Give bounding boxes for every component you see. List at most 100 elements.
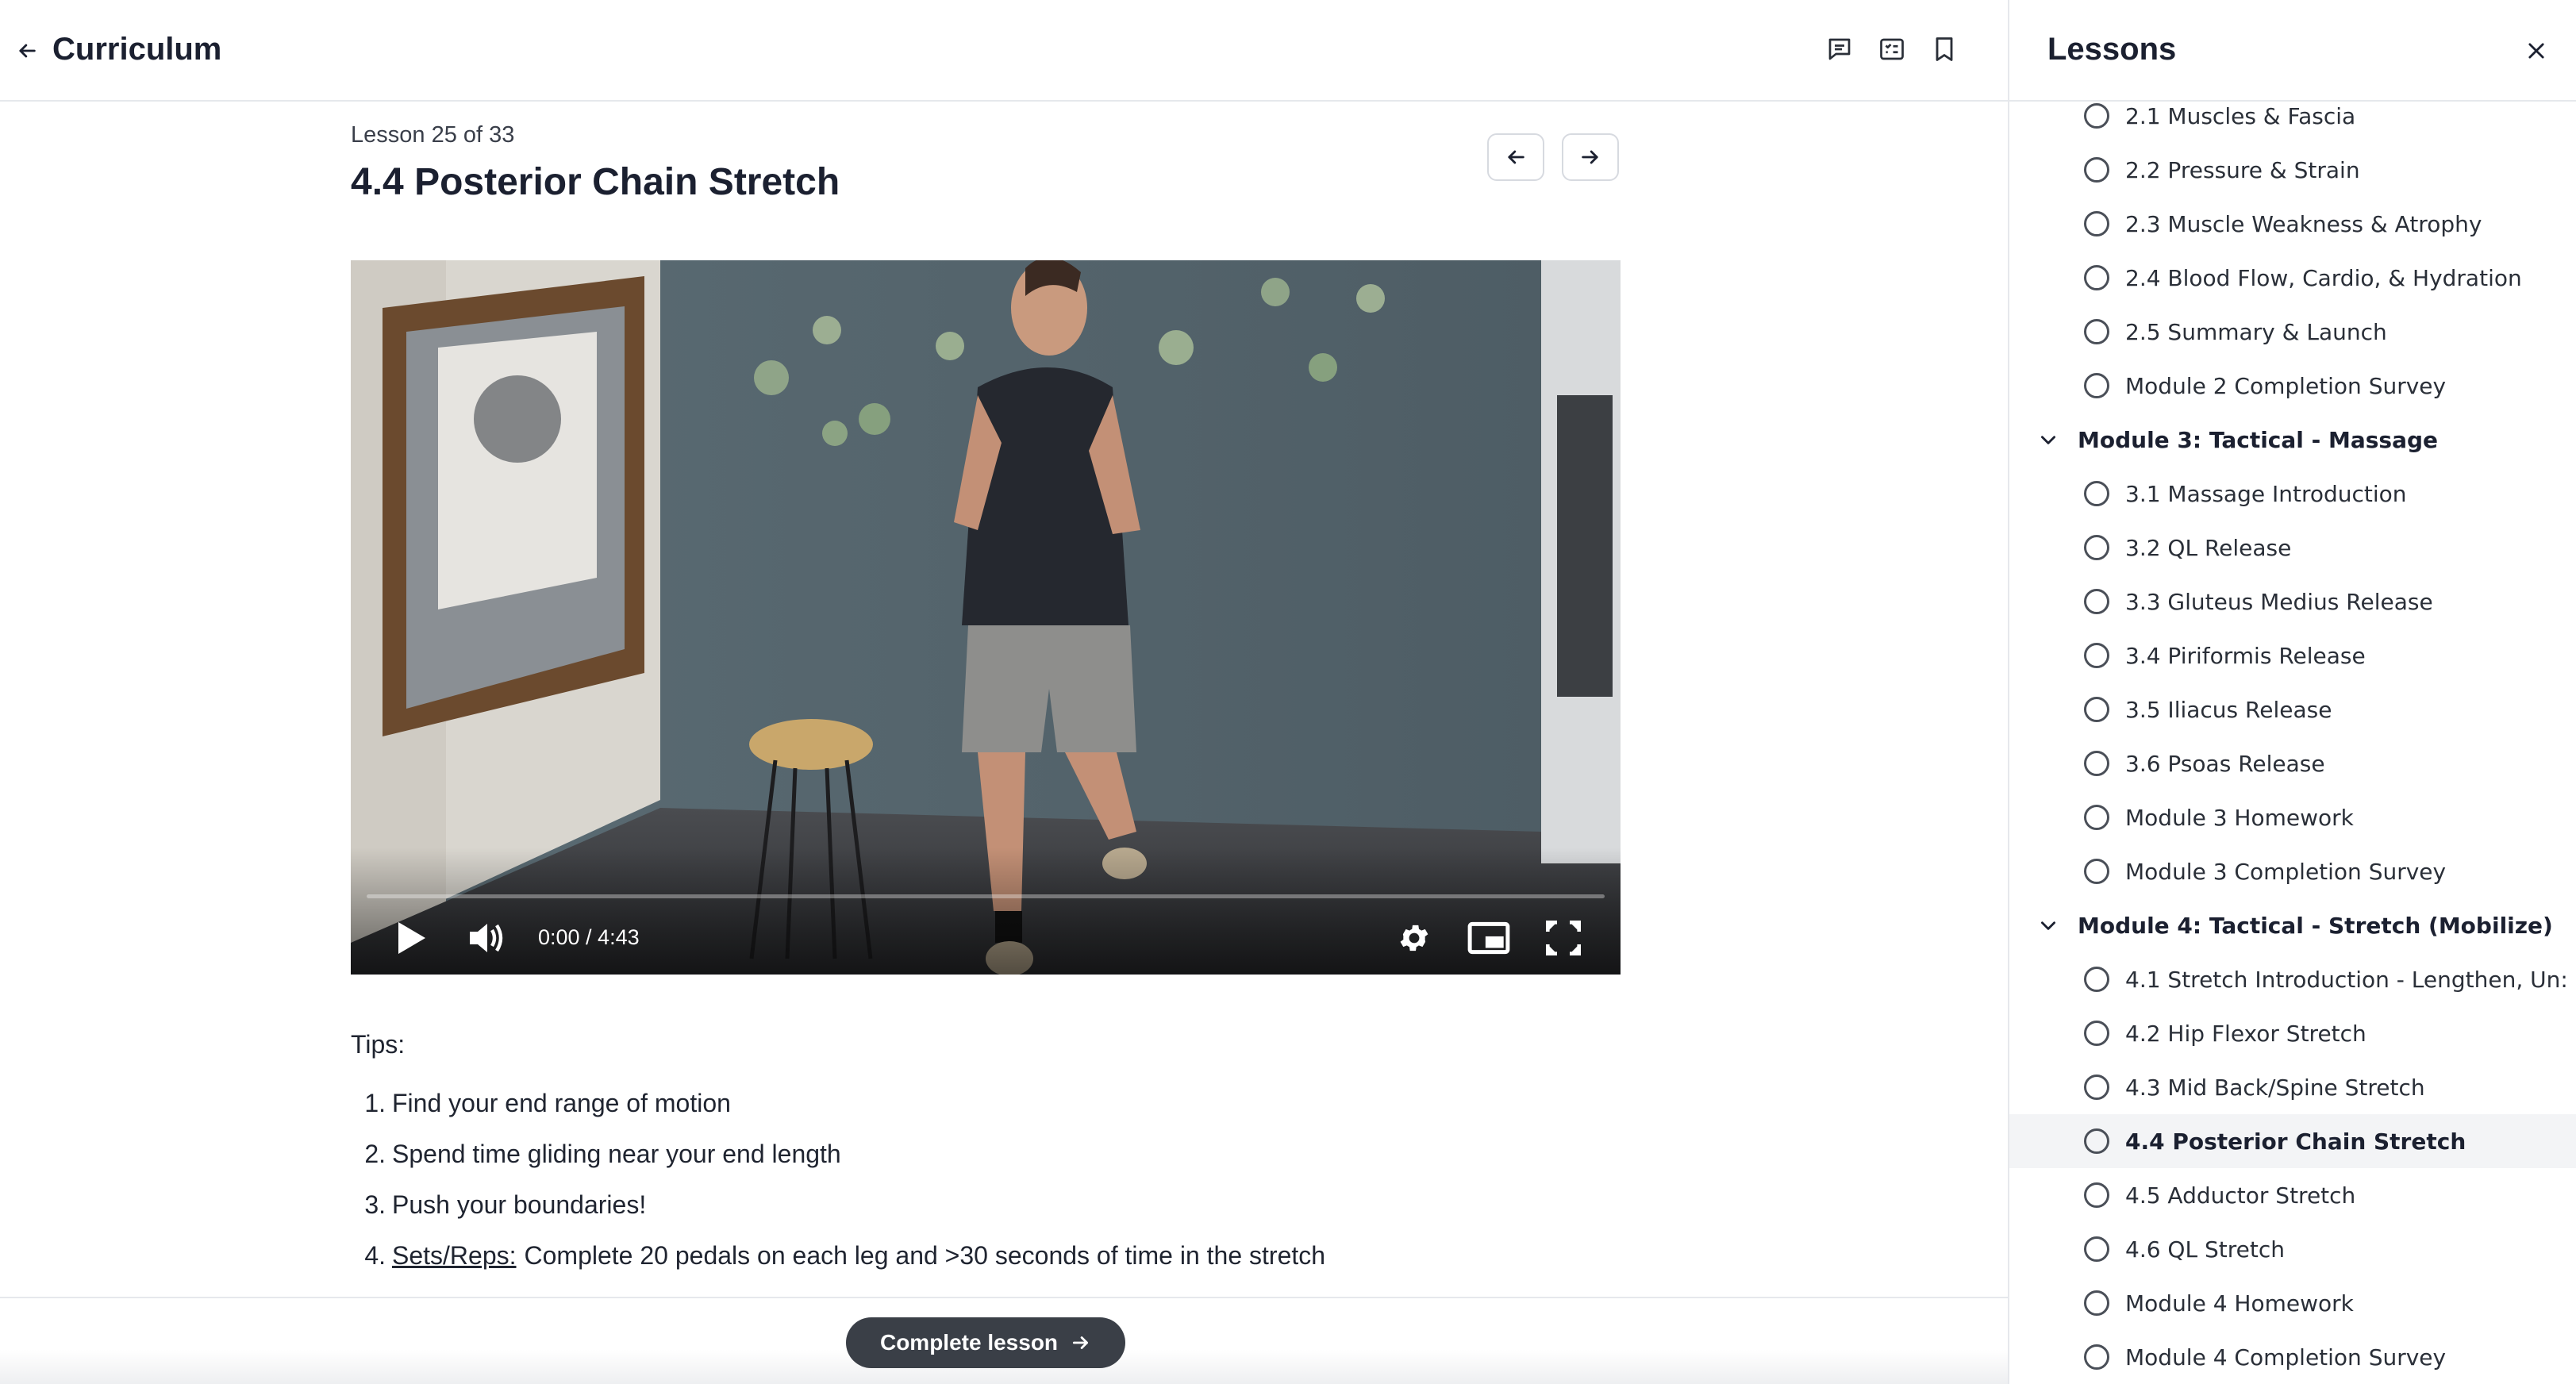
lesson-item[interactable]: 4.1 Stretch Introduction - Lengthen, Un: (2009, 952, 2576, 1006)
incomplete-circle-icon (2084, 481, 2109, 506)
lesson-label: 4.5 Adductor Stretch (2125, 1182, 2356, 1209)
lesson-navigation (1487, 133, 1619, 181)
volume-icon (470, 924, 503, 952)
lesson-label: Module 4 Completion Survey (2125, 1344, 2447, 1371)
lesson-label: Module 3: Tactical - Massage (2078, 426, 2439, 453)
lesson-item[interactable]: 2.3 Muscle Weakness & Atrophy (2009, 197, 2576, 251)
tip-text: Push your boundaries! (392, 1190, 647, 1219)
sidebar-title: Lessons (2047, 32, 2177, 67)
lesson-item[interactable]: 2.1 Muscles & Fascia (2009, 89, 2576, 143)
bookmark-icon (1936, 37, 1953, 61)
lesson-item[interactable]: Module 4 Completion Survey (2009, 1330, 2576, 1384)
comment-icon (1828, 38, 1851, 60)
lesson-item[interactable]: 4.3 Mid Back/Spine Stretch (2009, 1060, 2576, 1114)
lesson-label: 2.4 Blood Flow, Cardio, & Hydration (2125, 264, 2522, 291)
lesson-label: 4.4 Posterior Chain Stretch (2125, 1128, 2466, 1155)
lesson-label: 3.6 Psoas Release (2125, 750, 2325, 777)
fullscreen-icon (1546, 921, 1581, 955)
list-item: 3. Push your boundaries! (351, 1189, 1700, 1240)
incomplete-circle-icon (2084, 103, 2109, 129)
module-header[interactable]: Module 4: Tactical - Stretch (Mobilize) (2009, 898, 2576, 952)
lesson-label: 3.3 Gluteus Medius Release (2125, 588, 2433, 615)
module-header[interactable]: Module 3: Tactical - Massage (2009, 413, 2576, 467)
incomplete-circle-icon (2084, 265, 2109, 290)
close-sidebar-button[interactable] (2517, 32, 2555, 70)
lesson-label: Module 4 Homework (2125, 1290, 2354, 1317)
lesson-label: 2.3 Muscle Weakness & Atrophy (2125, 210, 2482, 237)
lesson-label: Module 2 Completion Survey (2125, 372, 2447, 399)
play-button[interactable] (387, 914, 435, 962)
fullscreen-button[interactable] (1540, 914, 1587, 962)
lesson-item-active[interactable]: 4.4 Posterior Chain Stretch (2009, 1114, 2576, 1168)
bookmark-button[interactable] (1927, 32, 1962, 67)
next-lesson-button[interactable] (1562, 133, 1619, 181)
video-player[interactable]: 0:00 / 4:43 (351, 260, 1621, 975)
lesson-item[interactable]: 4.6 QL Stretch (2009, 1222, 2576, 1276)
lesson-title: 4.4 Posterior Chain Stretch (351, 161, 840, 203)
lesson-item[interactable]: Module 4 Homework (2009, 1276, 2576, 1330)
incomplete-circle-icon (2084, 1236, 2109, 1262)
complete-lesson-button[interactable]: Complete lesson (846, 1317, 1125, 1368)
lesson-label: 4.2 Hip Flexor Stretch (2125, 1020, 2366, 1047)
sets-reps-link[interactable]: Sets/Reps: (392, 1240, 517, 1290)
incomplete-circle-icon (2084, 805, 2109, 830)
play-icon (398, 922, 425, 954)
incomplete-circle-icon (2084, 1182, 2109, 1208)
incomplete-circle-icon (2084, 589, 2109, 614)
lesson-label: 4.3 Mid Back/Spine Stretch (2125, 1074, 2425, 1101)
lesson-item[interactable]: 2.2 Pressure & Strain (2009, 143, 2576, 197)
incomplete-circle-icon (2084, 157, 2109, 183)
arrow-right-icon (1582, 150, 1598, 164)
lesson-label: 2.1 Muscles & Fascia (2125, 102, 2356, 129)
incomplete-circle-icon (2084, 211, 2109, 236)
list-item: 1. Find your end range of motion (351, 1087, 1700, 1138)
lesson-label: 4.6 QL Stretch (2125, 1236, 2285, 1263)
lesson-item[interactable]: Module 2 Completion Survey (2009, 359, 2576, 413)
list-item: 2. Spend time gliding near your end lengt… (351, 1138, 1700, 1189)
sidebar-header: Lessons (2009, 0, 2576, 102)
previous-lesson-button[interactable] (1487, 133, 1544, 181)
tips-list: 1. Find your end range of motion 2. Spend … (351, 1087, 1700, 1290)
volume-button[interactable] (460, 914, 511, 962)
incomplete-circle-icon (2084, 643, 2109, 668)
lesson-counter: Lesson 25 of 33 (351, 122, 515, 148)
lesson-item[interactable]: 2.4 Blood Flow, Cardio, & Hydration (2009, 251, 2576, 305)
incomplete-circle-icon (2084, 1075, 2109, 1100)
video-time: 0:00 / 4:43 (538, 925, 640, 949)
lesson-item[interactable]: 3.5 Iliacus Release (2009, 682, 2576, 736)
arrow-left-icon (19, 44, 36, 58)
lesson-item[interactable]: 2.5 Summary & Launch (2009, 305, 2576, 359)
lesson-label: Module 3 Completion Survey (2125, 858, 2447, 885)
comments-button[interactable] (1822, 32, 1857, 67)
settings-button[interactable] (1390, 914, 1438, 962)
lesson-label: 2.2 Pressure & Strain (2125, 156, 2360, 183)
lesson-item[interactable]: 4.2 Hip Flexor Stretch (2009, 1006, 2576, 1060)
checklist-button[interactable] (1874, 32, 1909, 67)
main-content: Curriculum Lesson 25 of 33 4.4 Posterior… (0, 0, 2008, 1384)
chevron-down-icon (2041, 436, 2055, 444)
toolbar-icons (1822, 32, 1962, 67)
lesson-item[interactable]: Module 3 Homework (2009, 790, 2576, 844)
chevron-down-icon (2041, 921, 2055, 930)
lesson-item[interactable]: 3.4 Piriformis Release (2009, 629, 2576, 682)
list-item: 4. Sets/Reps: Complete 20 pedals on each l… (351, 1240, 1700, 1290)
lesson-label: Module 3 Homework (2125, 804, 2354, 831)
incomplete-circle-icon (2084, 1128, 2109, 1154)
lesson-item[interactable]: 3.6 Psoas Release (2009, 736, 2576, 790)
lesson-label: Module 4: Tactical - Stretch (Mobilize) (2078, 912, 2553, 939)
lesson-item[interactable]: 3.3 Gluteus Medius Release (2009, 575, 2576, 629)
video-controls: 0:00 / 4:43 (351, 898, 1621, 975)
incomplete-circle-icon (2084, 1021, 2109, 1046)
gear-icon (1400, 925, 1428, 952)
lesson-label: 3.5 Iliacus Release (2125, 696, 2332, 723)
back-button[interactable] (8, 32, 46, 70)
incomplete-circle-icon (2084, 373, 2109, 398)
incomplete-circle-icon (2084, 751, 2109, 776)
picture-in-picture-button[interactable] (1463, 914, 1514, 962)
lesson-item[interactable]: 4.5 Adductor Stretch (2009, 1168, 2576, 1222)
incomplete-circle-icon (2084, 697, 2109, 722)
incomplete-circle-icon (2084, 1290, 2109, 1316)
lesson-item[interactable]: 3.1 Massage Introduction (2009, 467, 2576, 521)
lesson-item[interactable]: Module 3 Completion Survey (2009, 844, 2576, 898)
lesson-item[interactable]: 3.2 QL Release (2009, 521, 2576, 575)
